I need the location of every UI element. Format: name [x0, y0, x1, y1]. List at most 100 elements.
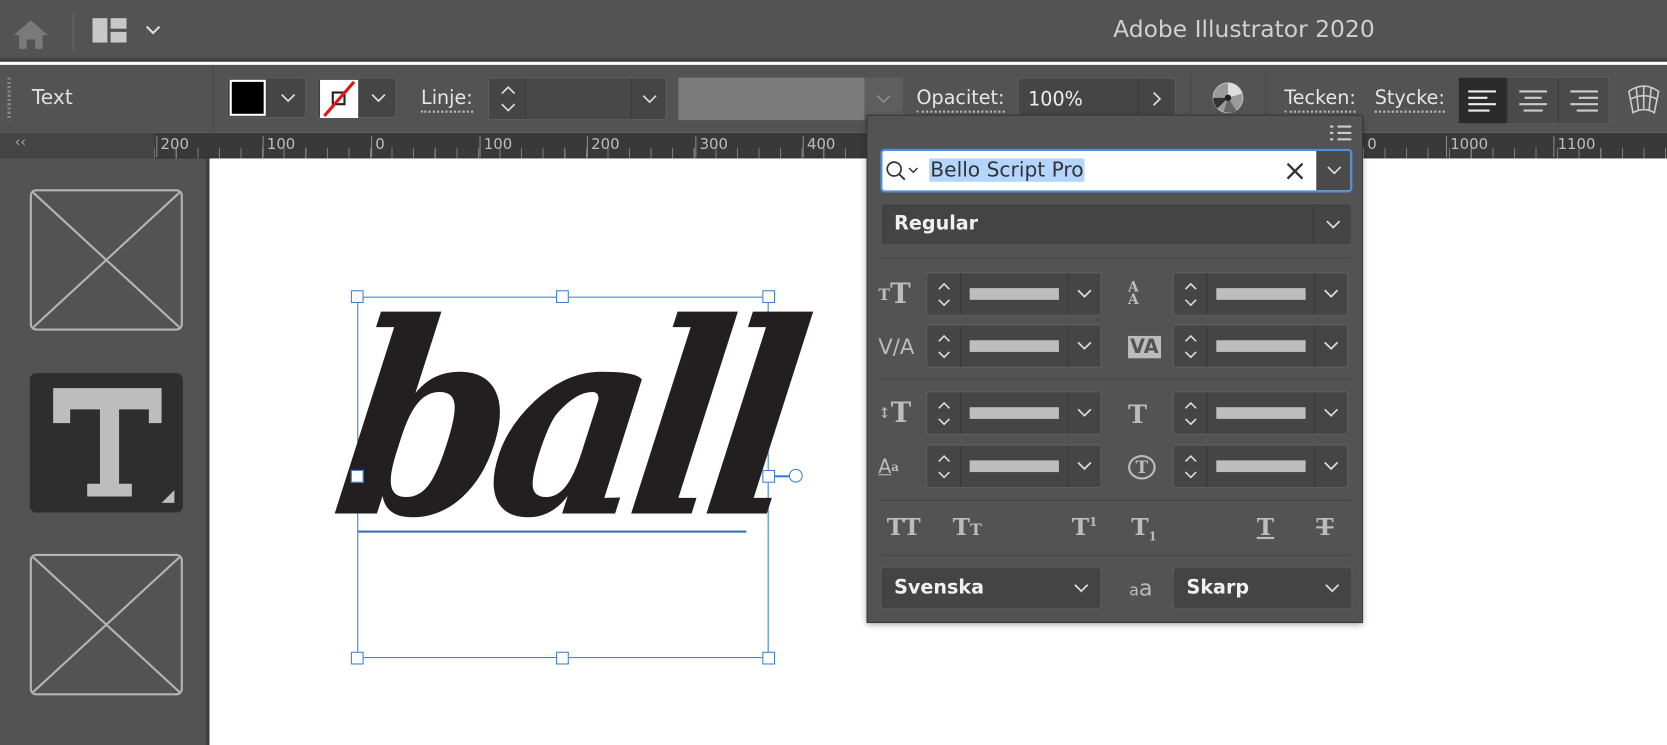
stepper-icon[interactable] [927, 392, 962, 434]
leading-input[interactable] [1208, 273, 1316, 315]
stroke-weight-input[interactable] [525, 78, 632, 120]
stepper-icon[interactable] [927, 445, 962, 487]
fill-control[interactable] [226, 77, 307, 119]
stroke-weight-label[interactable]: Linje: [421, 87, 473, 113]
chevron-down-icon[interactable] [1069, 325, 1101, 366]
chevron-down-icon[interactable] [1062, 568, 1100, 608]
horizontal-scale-input[interactable] [1208, 392, 1316, 434]
chevron-down-icon[interactable] [360, 79, 396, 117]
workspace-layout-icon[interactable] [92, 18, 128, 44]
chevron-down-icon[interactable] [1315, 273, 1347, 314]
stroke-control[interactable] [316, 77, 397, 119]
character-panel-link[interactable]: Tecken: [1284, 87, 1356, 113]
resize-handle[interactable] [350, 651, 364, 665]
clear-icon[interactable] [1284, 161, 1305, 182]
tracking-field[interactable] [1172, 324, 1349, 368]
kerning-field[interactable] [926, 324, 1102, 368]
vertical-scale-input[interactable] [961, 392, 1069, 434]
panel-menu-icon[interactable] [1329, 124, 1352, 141]
stepper-icon[interactable] [1174, 325, 1208, 367]
font-style-value: Regular [894, 212, 979, 235]
subscript-button[interactable]: T1 [1131, 514, 1157, 544]
chevron-right-icon[interactable] [1137, 78, 1176, 120]
superscript-button[interactable]: T1 [1072, 514, 1098, 542]
resize-handle[interactable] [762, 469, 776, 483]
chevron-down-icon[interactable] [1069, 445, 1101, 486]
tracking-input[interactable] [1208, 325, 1316, 367]
align-right-button[interactable] [1557, 77, 1609, 124]
resize-handle[interactable] [556, 651, 569, 665]
chevron-down-icon[interactable] [1315, 325, 1347, 366]
chevron-down-icon[interactable] [632, 79, 667, 119]
align-center-button[interactable] [1506, 77, 1558, 124]
grip-handle[interactable] [7, 77, 11, 121]
all-caps-button[interactable]: TT [887, 514, 921, 542]
tool-label: Text [31, 86, 73, 110]
type-tool-button[interactable] [29, 373, 183, 513]
horizontal-ruler[interactable]: ‹‹ 200 100 0 100 200 300 400 0 1000 1100 [0, 132, 1667, 159]
resize-handle[interactable] [762, 290, 776, 304]
chevron-down-icon[interactable] [1069, 392, 1101, 433]
resize-handle[interactable] [350, 469, 364, 483]
stepper-icon[interactable] [500, 84, 517, 114]
font-size-field[interactable] [926, 272, 1102, 316]
stepper-icon[interactable] [1174, 445, 1208, 487]
fill-swatch[interactable] [229, 79, 266, 116]
resize-handle[interactable] [556, 290, 569, 304]
anti-aliasing-icon: aa [1129, 575, 1153, 601]
home-icon[interactable] [13, 18, 49, 50]
collapse-panels-button[interactable]: ‹‹ [15, 135, 26, 151]
envelope-distort-icon[interactable] [1627, 83, 1661, 115]
artwork-text[interactable]: ball [320, 264, 809, 577]
opacity-field[interactable]: 100% [1017, 77, 1176, 121]
stroke-none-swatch[interactable] [320, 79, 359, 119]
resize-handle[interactable] [762, 651, 776, 665]
chevron-down-icon[interactable] [1313, 568, 1351, 608]
character-rotation-field[interactable] [1172, 444, 1349, 489]
stroke-weight-field[interactable] [488, 77, 667, 121]
kerning-input[interactable] [961, 325, 1069, 367]
chevron-down-icon[interactable] [1069, 273, 1101, 314]
stepper-icon[interactable] [1174, 392, 1208, 434]
leading-field[interactable] [1172, 272, 1349, 316]
character-panel: Bello Script Pro Regular TT AA V/A VA ↕ T… [866, 114, 1364, 624]
resize-handle[interactable] [350, 290, 364, 304]
chevron-down-icon[interactable] [270, 79, 306, 117]
font-size-input[interactable] [961, 273, 1069, 315]
language-dropdown[interactable]: Svenska [880, 566, 1102, 610]
vertical-scale-field[interactable] [926, 391, 1102, 435]
chevron-down-icon[interactable] [864, 77, 903, 121]
baseline-shift-input[interactable] [961, 445, 1069, 487]
opacity-value[interactable]: 100% [1028, 88, 1083, 110]
baseline [358, 530, 747, 533]
chevron-down-icon[interactable] [1315, 445, 1347, 486]
chevron-down-icon[interactable] [1315, 392, 1347, 433]
chevron-down-icon[interactable] [1313, 204, 1351, 245]
font-style-dropdown[interactable]: Regular [880, 203, 1353, 246]
ruler-label: 0 [1367, 136, 1377, 154]
text-frame[interactable]: ball [320, 264, 809, 659]
placeholder-image-icon [29, 189, 183, 331]
chevron-down-icon[interactable] [145, 24, 162, 35]
underline-button[interactable]: T [1257, 514, 1274, 542]
opacity-label[interactable]: Opacitet: [916, 87, 1005, 113]
out-port[interactable] [788, 468, 803, 483]
baseline-shift-icon: Aa [878, 455, 899, 478]
font-family-field[interactable]: Bello Script Pro [880, 148, 1353, 193]
paragraph-panel-link[interactable]: Stycke: [1374, 87, 1445, 113]
stepper-icon[interactable] [927, 273, 962, 315]
align-left-button[interactable] [1458, 77, 1507, 124]
strikethrough-button[interactable]: T [1316, 514, 1333, 542]
variable-width-profile[interactable] [678, 77, 903, 121]
stepper-icon[interactable] [927, 325, 962, 367]
anti-aliasing-dropdown[interactable]: Skarp [1172, 566, 1353, 610]
stepper-icon[interactable] [1174, 273, 1208, 315]
small-caps-button[interactable]: TT [953, 514, 982, 542]
baseline-shift-field[interactable] [926, 444, 1102, 489]
recolor-artwork-icon[interactable] [1211, 81, 1245, 115]
font-family-input[interactable]: Bello Script Pro [929, 158, 1085, 182]
search-icon[interactable] [885, 159, 925, 182]
character-rotation-input[interactable] [1208, 445, 1316, 487]
horizontal-scale-field[interactable] [1172, 391, 1349, 435]
chevron-down-icon[interactable] [1316, 150, 1351, 191]
